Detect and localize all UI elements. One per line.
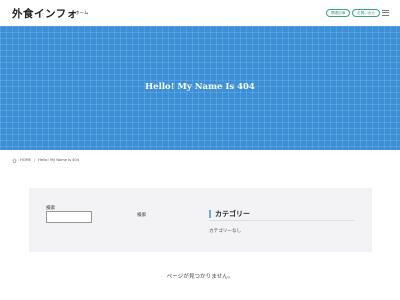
search-button[interactable]: 検索 [137, 212, 146, 218]
search-input[interactable] [46, 211, 92, 223]
category-heading: カテゴリー [209, 209, 354, 221]
menu-line [382, 14, 389, 16]
hero-banner: Hello! My Name Is 404 [0, 26, 400, 150]
not-found-message: ページが見つかりません。 [166, 274, 234, 280]
page-title: Hello! My Name Is 404 [145, 82, 255, 92]
category-title: カテゴリー [215, 210, 250, 218]
breadcrumb-current: Hello! My Name Is 404 [38, 158, 80, 162]
hamburger-menu-icon[interactable] [382, 10, 389, 16]
menu-line [382, 12, 389, 14]
nav-home-link[interactable]: ホーム [75, 10, 88, 16]
home-icon [12, 157, 17, 162]
heading-accent-bar [209, 210, 211, 218]
contact-button[interactable]: お問い合せ [352, 9, 380, 17]
breadcrumb-home-link[interactable]: HOME [20, 158, 31, 162]
breadcrumb-separator: / [33, 157, 36, 163]
menu-line [382, 10, 389, 11]
category-empty-text: カテゴリーなし [209, 229, 242, 234]
widget-panel: 検索 検索 カテゴリー カテゴリーなし [29, 188, 372, 252]
breadcrumb: HOME / Hello! My Name Is 404 [12, 157, 79, 163]
site-header: 外食インフォ ホーム 関連記事 お問い合せ [0, 0, 400, 26]
related-articles-button[interactable]: 関連記事 [326, 9, 351, 17]
site-title[interactable]: 外食インフォ [12, 6, 78, 21]
